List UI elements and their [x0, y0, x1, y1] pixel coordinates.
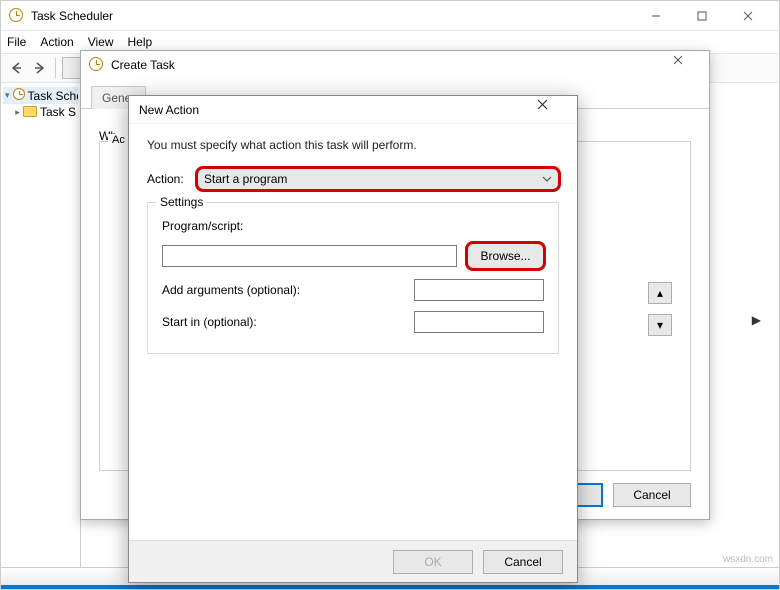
tree-root-label: Task Sched	[28, 89, 78, 103]
chevron-right-icon: ▸	[15, 107, 20, 118]
triangle-down-icon: ▾	[657, 318, 663, 332]
menu-action[interactable]: Action	[40, 35, 73, 49]
arguments-row: Add arguments (optional):	[162, 279, 544, 301]
forward-button[interactable]	[31, 59, 49, 77]
move-up-button[interactable]: ▴	[648, 282, 672, 304]
minimize-button[interactable]	[633, 1, 679, 31]
action-dropdown[interactable]: Start a program	[197, 168, 559, 190]
cancel-button[interactable]: Cancel	[483, 550, 563, 574]
new-action-dialog: New Action You must specify what action …	[128, 95, 578, 583]
program-label: Program/script:	[162, 219, 544, 233]
program-row: Browse...	[162, 243, 544, 269]
watermark-text: wsxdn.com	[723, 554, 773, 565]
tree-item-library[interactable]: ▸ Task S	[3, 104, 78, 120]
tree-child-label: Task S	[40, 105, 76, 119]
reorder-panel: ▴ ▾	[648, 182, 672, 336]
back-button[interactable]	[7, 59, 25, 77]
move-down-button[interactable]: ▾	[648, 314, 672, 336]
new-action-close-button[interactable]	[537, 99, 567, 121]
start-in-label: Start in (optional):	[162, 315, 414, 329]
program-script-input[interactable]	[162, 245, 457, 267]
ok-button[interactable]: OK	[393, 550, 473, 574]
action-row: Action: Start a program	[147, 168, 559, 190]
chevron-down-icon	[542, 176, 552, 182]
folder-icon	[23, 105, 37, 119]
browse-button[interactable]: Browse...	[467, 243, 544, 269]
start-in-row: Start in (optional):	[162, 311, 544, 333]
new-action-button-row: OK Cancel	[129, 540, 577, 582]
maximize-button[interactable]	[679, 1, 725, 31]
new-action-body: You must specify what action this task w…	[129, 124, 577, 368]
settings-fieldset: Settings Program/script: Browse... Add a…	[147, 202, 559, 354]
arguments-label: Add arguments (optional):	[162, 283, 414, 297]
chevron-down-icon: ▾	[5, 90, 10, 101]
start-in-input[interactable]	[414, 311, 544, 333]
create-task-titlebar: Create Task	[81, 51, 709, 79]
clock-icon	[9, 8, 25, 24]
window-controls	[633, 1, 771, 31]
settings-legend: Settings	[156, 195, 207, 209]
new-action-title: New Action	[139, 103, 537, 117]
navigation-tree[interactable]: ▾ Task Sched ▸ Task S	[1, 83, 81, 589]
menu-file[interactable]: File	[7, 35, 26, 49]
create-task-cancel-button[interactable]: Cancel	[613, 483, 691, 507]
actions-column-label: Ac	[108, 134, 129, 146]
toolbar-separator	[55, 58, 56, 78]
main-titlebar: Task Scheduler	[1, 1, 779, 31]
clock-icon	[13, 88, 25, 103]
menu-help[interactable]: Help	[128, 35, 153, 49]
clock-icon	[89, 57, 105, 73]
new-action-titlebar: New Action	[129, 96, 577, 124]
create-task-title: Create Task	[111, 58, 673, 72]
window-title: Task Scheduler	[31, 9, 633, 23]
tree-root-task-scheduler[interactable]: ▾ Task Sched	[3, 87, 78, 104]
create-task-close-button[interactable]	[673, 55, 701, 75]
menu-view[interactable]: View	[88, 35, 114, 49]
instruction-text: You must specify what action this task w…	[147, 138, 559, 152]
close-button[interactable]	[725, 1, 771, 31]
action-dropdown-value: Start a program	[204, 172, 287, 186]
expand-arrow-icon[interactable]: ▶	[752, 313, 761, 327]
triangle-up-icon: ▴	[657, 286, 663, 300]
action-label: Action:	[147, 172, 197, 186]
arguments-input[interactable]	[414, 279, 544, 301]
